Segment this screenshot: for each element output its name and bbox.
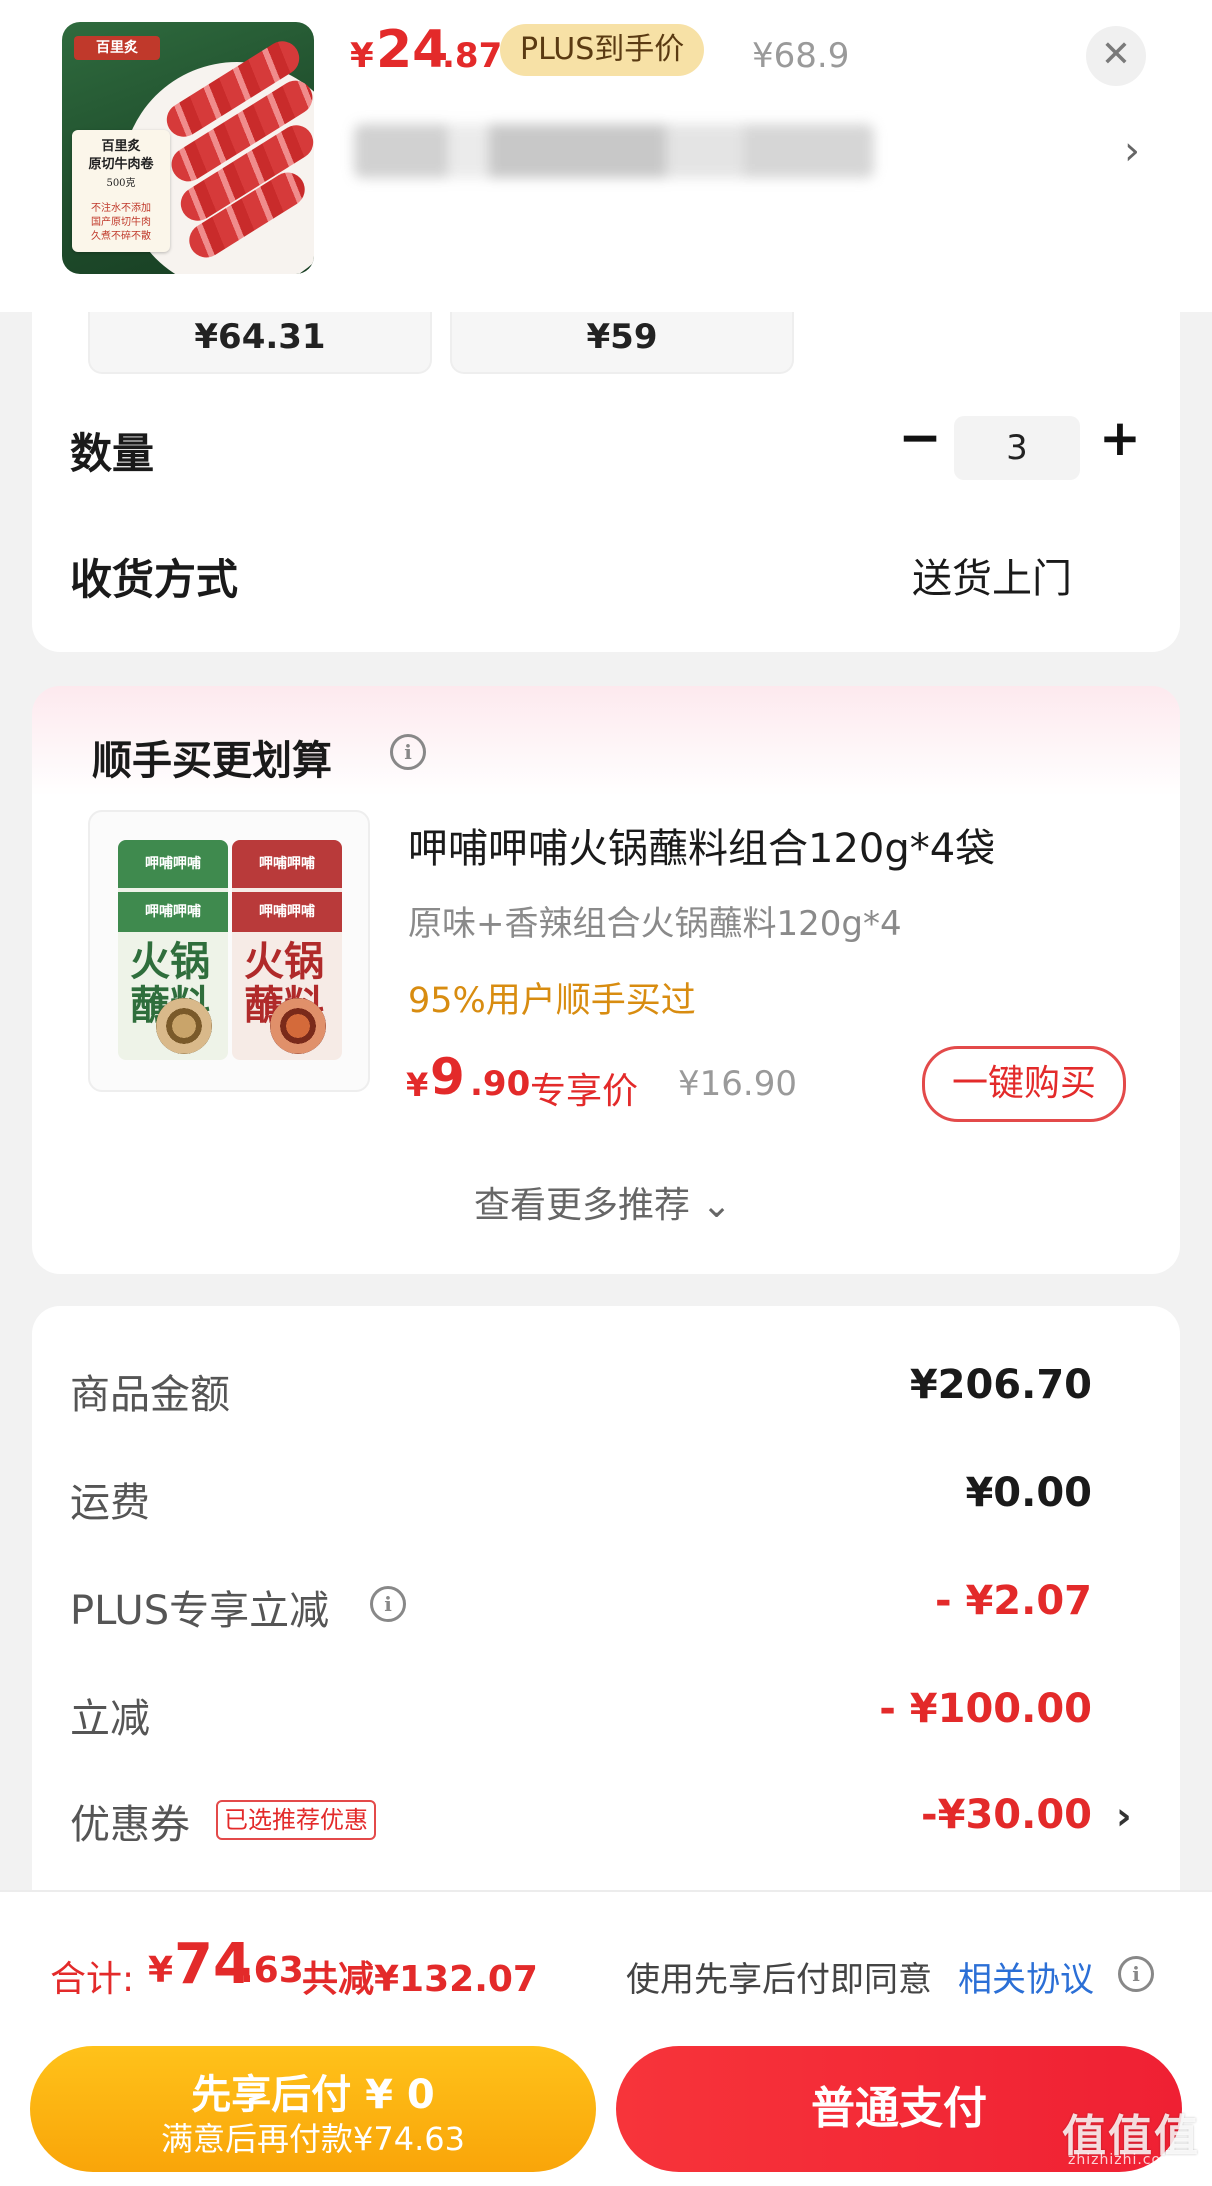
thumbnail-label: 百里炙 原切牛肉卷 500克 不注水不添加 国产原切牛肉 久煮不碎不散: [72, 130, 170, 252]
agreement-link[interactable]: 相关协议: [958, 1952, 1094, 2001]
pay-later-title: 先享后付 ¥ 0: [191, 2072, 435, 2118]
rec-price-tag: 专享价: [530, 1071, 639, 1112]
coupon-label: 优惠券: [70, 1802, 190, 1848]
shipping-value: ¥0.00: [965, 1470, 1092, 1516]
instant-discount-label: 立减: [70, 1696, 150, 1742]
quantity-input[interactable]: 3: [954, 416, 1080, 480]
info-icon[interactable]: i: [390, 734, 426, 770]
product-title-blurred[interactable]: [354, 124, 874, 178]
recommended-product-desc: 原味+香辣组合火锅蘸料120g*4: [408, 904, 902, 944]
chevron-right-icon[interactable]: ›: [1124, 128, 1140, 174]
rec-original-price: ¥16.90: [678, 1064, 797, 1104]
product-thumbnail[interactable]: 百里炙 百里炙 原切牛肉卷 500克 不注水不添加 国产原切牛肉 久煮不碎不散: [62, 22, 314, 274]
info-icon[interactable]: i: [1118, 1956, 1154, 1992]
coupon-value[interactable]: -¥30.00: [800, 1792, 1092, 1838]
thumbnail-brand-logo: 百里炙: [74, 36, 160, 60]
spec-option[interactable]: ¥59: [450, 312, 794, 374]
pay-later-subtitle: 满意后再付款¥74.63: [161, 2120, 465, 2158]
recommendation-title: 顺手买更划算: [92, 738, 332, 784]
agreement-text: 使用先享后付即同意: [626, 1960, 932, 2000]
goods-amount-value: ¥206.70: [909, 1362, 1092, 1408]
price-decimal: .87: [442, 36, 503, 76]
plus-price-badge: PLUS到手价: [500, 24, 705, 76]
chevron-right-icon[interactable]: ›: [1116, 1794, 1132, 1838]
recommended-product-name[interactable]: 呷哺呷哺火锅蘸料组合120g*4袋: [408, 816, 995, 874]
shipping-label: 运费: [70, 1480, 150, 1526]
plus-discount-label: PLUS专享立减: [70, 1588, 330, 1634]
price-currency: ¥: [350, 36, 374, 76]
rec-price-decimal: .90: [470, 1064, 531, 1104]
rec-price-integer: 9: [430, 1048, 465, 1106]
plus-discount-value: - ¥2.07: [934, 1578, 1092, 1624]
close-icon[interactable]: ✕: [1086, 26, 1146, 86]
social-proof-text: 95%用户顺手买过: [408, 981, 696, 1021]
coupon-recommended-tag: 已选推荐优惠: [216, 1800, 376, 1840]
total-saved: 共减¥132.07: [302, 1959, 538, 2000]
quantity-decrement-button[interactable]: −: [892, 412, 948, 468]
goods-amount-label: 商品金额: [70, 1372, 230, 1418]
total-currency: ¥: [148, 1950, 174, 1991]
original-price: ¥68.9: [752, 36, 850, 76]
recommended-product-thumbnail[interactable]: 呷哺呷哺 呷哺呷哺 火锅蘸料 呷哺呷哺 呷哺呷哺 火锅蘸料: [88, 810, 370, 1092]
spec-option[interactable]: ¥64.31: [88, 312, 432, 374]
delivery-method-label: 收货方式: [70, 555, 239, 604]
quantity-label: 数量: [70, 429, 155, 478]
info-icon[interactable]: i: [370, 1586, 406, 1622]
delivery-method-value[interactable]: 送货上门: [912, 546, 1072, 604]
watermark-url: zhizhizhi.com: [1068, 2152, 1176, 2168]
one-click-buy-button[interactable]: 一键购买: [922, 1046, 1126, 1122]
total-label: 合计:: [50, 1959, 135, 2000]
more-recommendations-link[interactable]: 查看更多推荐 ⌄: [474, 1176, 732, 1228]
total-decimal: .63: [240, 1950, 304, 1991]
instant-discount-value: - ¥100.00: [879, 1686, 1092, 1732]
price-integer: 24: [376, 20, 449, 80]
quantity-increment-button[interactable]: +: [1092, 412, 1148, 468]
rec-price-currency: ¥: [406, 1066, 429, 1104]
